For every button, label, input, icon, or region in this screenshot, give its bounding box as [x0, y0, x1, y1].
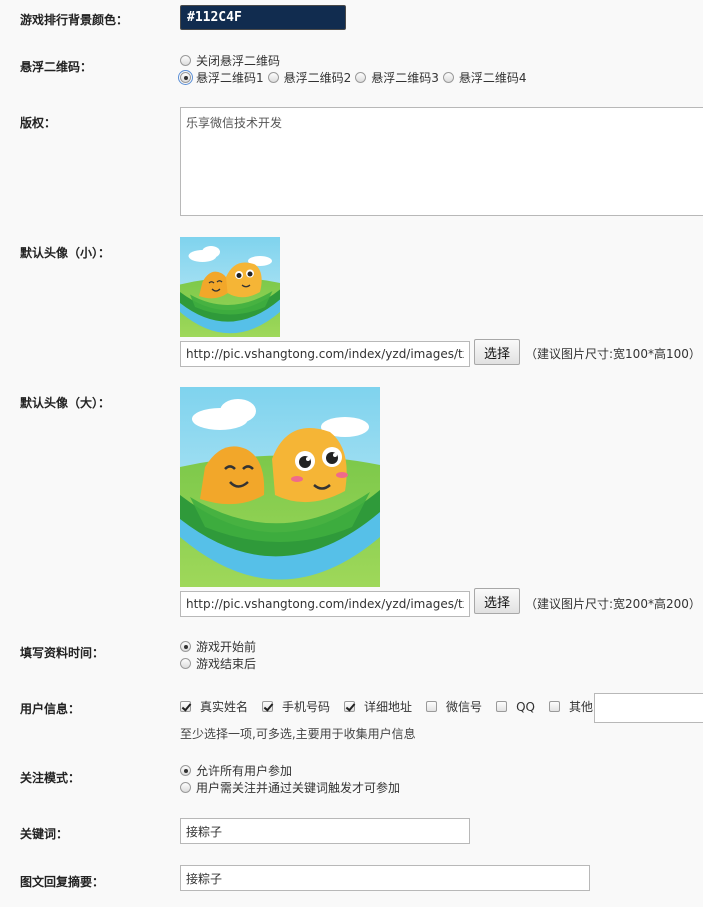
radio-button[interactable] — [180, 55, 191, 66]
qrcode-option-4-radio[interactable] — [442, 72, 454, 83]
user-info-label: 用户信息： — [20, 702, 81, 716]
avatar-large-image — [180, 387, 380, 587]
other-info-input[interactable] — [594, 693, 703, 723]
avatar-large-url-input[interactable] — [180, 591, 470, 617]
avatar-small-url-input[interactable] — [180, 341, 470, 367]
address-checkbox[interactable] — [344, 701, 356, 712]
option-label: 允许所有用户参加 — [196, 764, 293, 778]
option-label: 用户需关注并通过关键词触发才可参加 — [196, 781, 401, 795]
checkbox-label: 微信号 — [446, 700, 483, 714]
summary-input[interactable] — [180, 865, 590, 891]
qq-checkbox[interactable] — [496, 701, 508, 712]
keyword-label: 关键词： — [20, 827, 69, 841]
checkbox-label: 真实姓名 — [200, 700, 249, 714]
phone-checkbox[interactable] — [262, 701, 274, 712]
user-info-checkbox-group: 真实姓名 手机号码 详细地址 微信号 QQ 其他 — [180, 698, 597, 715]
wechat-checkbox[interactable] — [426, 701, 438, 712]
follow-mode-radio-group: 允许所有用户参加 用户需关注并通过关键词触发才可参加 — [180, 762, 404, 796]
keyword-input[interactable] — [180, 818, 470, 844]
bg-color-label: 游戏排行背景颜色： — [20, 13, 129, 27]
qrcode-option-2-radio[interactable] — [267, 72, 279, 83]
option-label: 悬浮二维码3 — [371, 71, 439, 85]
qrcode-option-1-radio[interactable] — [178, 70, 193, 85]
checkbox-label: QQ — [516, 699, 535, 714]
follow-mode-label: 关注模式： — [20, 771, 81, 785]
fill-time-after-radio[interactable] — [180, 658, 191, 669]
avatar-small-label: 默认头像（小）： — [20, 246, 111, 260]
option-label: 游戏结束后 — [196, 657, 257, 671]
summary-label: 图文回复摘要： — [20, 875, 105, 889]
qrcode-option-off[interactable]: 关闭悬浮二维码 — [180, 52, 531, 69]
real-name-checkbox[interactable] — [180, 701, 191, 712]
option-label: 游戏开始前 — [196, 640, 257, 654]
checkbox-label: 详细地址 — [364, 700, 413, 714]
follow-keyword-radio[interactable] — [180, 782, 191, 793]
other-checkbox[interactable] — [548, 701, 560, 712]
option-label: 悬浮二维码2 — [283, 71, 352, 85]
bg-color-input[interactable]: #112C4F — [180, 5, 346, 30]
option-label: 关闭悬浮二维码 — [196, 54, 281, 68]
checkbox-label: 手机号码 — [282, 700, 331, 714]
avatar-large-size-hint: （建议图片尺寸:宽200*高200） — [525, 597, 701, 611]
fill-time-before-radio[interactable] — [180, 641, 191, 652]
qrcode-radio-group: 关闭悬浮二维码 悬浮二维码1 悬浮二维码2 悬浮二维码3 悬浮二维码4 — [178, 52, 531, 86]
avatar-small-size-hint: （建议图片尺寸:宽100*高100） — [525, 347, 701, 361]
checkbox-label: 其他 — [568, 700, 593, 714]
option-label: 悬浮二维码1 — [196, 71, 264, 85]
avatar-small-image — [180, 237, 280, 337]
avatar-small-select-button[interactable]: 选择 — [474, 339, 520, 365]
qrcode-label: 悬浮二维码： — [20, 60, 93, 74]
follow-all-radio[interactable] — [180, 765, 191, 776]
copyright-textarea[interactable]: 乐享微信技术开发 — [180, 107, 703, 216]
fill-time-label: 填写资料时间： — [20, 646, 105, 660]
option-label: 悬浮二维码4 — [458, 71, 527, 85]
avatar-large-label: 默认头像（大）： — [20, 396, 111, 410]
user-info-note: 至少选择一项,可多选,主要用于收集用户信息 — [180, 727, 416, 741]
avatar-large-select-button[interactable]: 选择 — [474, 588, 520, 614]
qrcode-option-3-radio[interactable] — [355, 72, 367, 83]
copyright-label: 版权： — [20, 116, 57, 130]
fill-time-radio-group: 游戏开始前 游戏结束后 — [180, 638, 260, 672]
